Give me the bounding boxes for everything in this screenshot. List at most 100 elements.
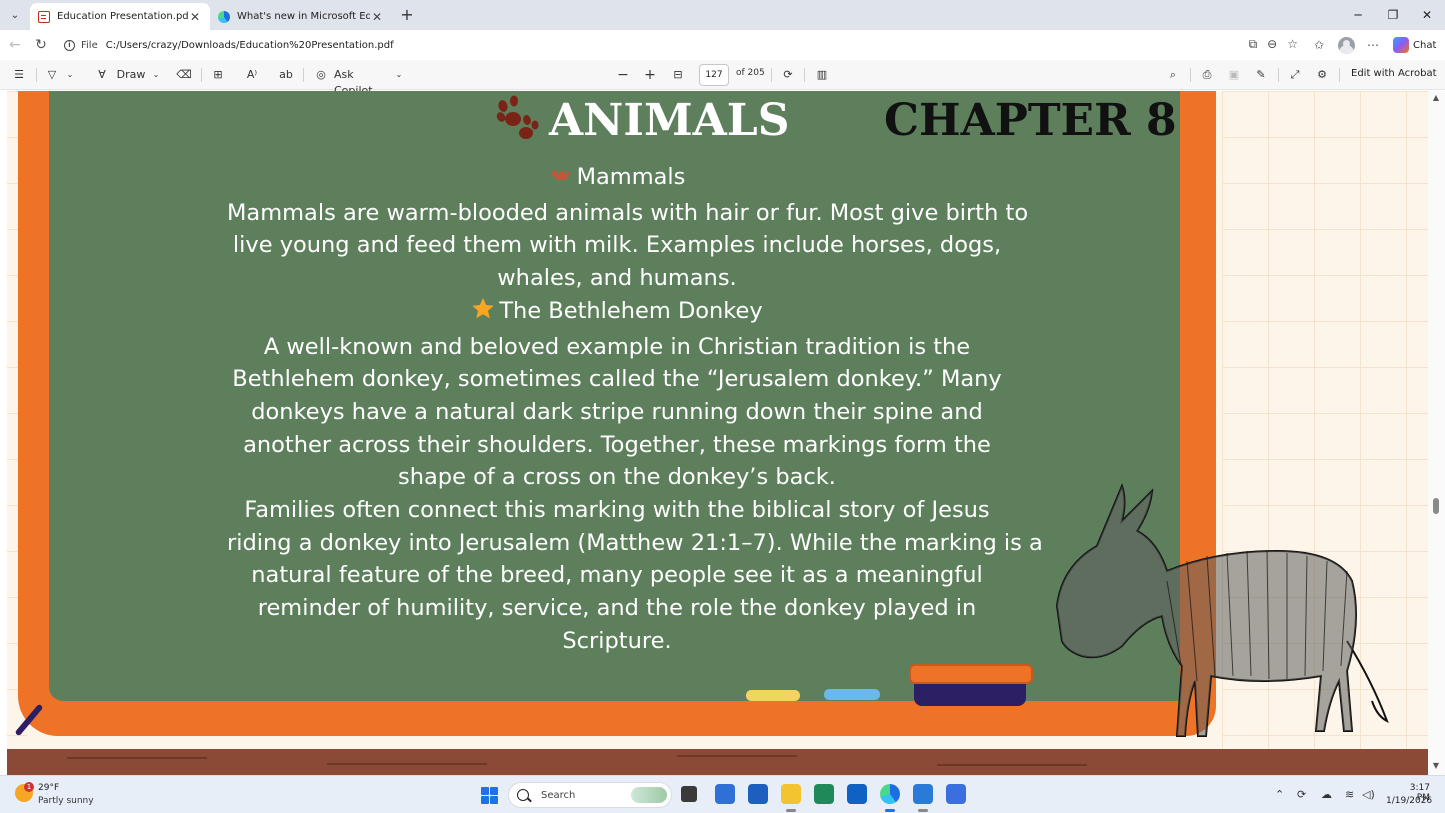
running-indicator bbox=[918, 809, 928, 812]
chevron-down-icon[interactable]: ⌄ bbox=[393, 67, 405, 83]
slide-title: ANIMALS bbox=[549, 95, 790, 146]
search-icon[interactable]: ⌕ bbox=[1165, 67, 1181, 83]
save-icon[interactable]: ▣ bbox=[1226, 67, 1242, 83]
close-window-button[interactable]: ✕ bbox=[1409, 0, 1445, 30]
more-options-icon[interactable]: ⋯ bbox=[1365, 37, 1381, 53]
body-line: natural feature of the breed, many peopl… bbox=[251, 562, 983, 589]
divider bbox=[804, 68, 805, 82]
clock-date[interactable]: 1/19/2026 bbox=[1386, 796, 1432, 806]
search-highlight-image bbox=[631, 787, 667, 803]
body-line: Bethlehem donkey, sometimes called the “… bbox=[232, 366, 1002, 393]
body-line: whales, and humans. bbox=[497, 265, 737, 292]
chevron-down-icon: ⌄ bbox=[10, 9, 20, 21]
divider bbox=[36, 68, 37, 82]
mammals-heading: Mammals bbox=[227, 161, 1007, 197]
taskbar-search[interactable]: Search bbox=[508, 782, 672, 808]
cloud-icon[interactable]: ☁ bbox=[1321, 788, 1332, 801]
restore-button[interactable]: ❐ bbox=[1375, 0, 1411, 30]
store-icon[interactable] bbox=[715, 784, 735, 804]
back-button[interactable]: ← bbox=[6, 36, 24, 54]
visual-studio-icon[interactable] bbox=[748, 784, 768, 804]
photos-icon[interactable] bbox=[913, 784, 933, 804]
chevron-up-icon[interactable]: ⌃ bbox=[1275, 788, 1284, 801]
weather-description[interactable]: Partly sunny bbox=[38, 796, 94, 806]
scrollbar-thumb[interactable] bbox=[1433, 498, 1439, 514]
notification-badge: 1 bbox=[24, 782, 34, 792]
fit-width-icon[interactable]: ⊟ bbox=[669, 67, 687, 83]
tab-education-presentation[interactable]: Education Presentation.pdf ✕ bbox=[30, 3, 210, 30]
read-aloud-icon[interactable]: ⧉ bbox=[1249, 37, 1258, 52]
windows-logo-pane bbox=[490, 787, 498, 795]
scroll-down-arrow[interactable]: ▼ bbox=[1431, 761, 1441, 770]
wifi-icon[interactable]: ≋ bbox=[1345, 788, 1354, 801]
info-icon[interactable]: i bbox=[64, 39, 75, 51]
divider bbox=[1278, 68, 1279, 82]
edit-with-acrobat-button[interactable]: Edit with Acrobat bbox=[1351, 68, 1437, 79]
search-placeholder: Search bbox=[541, 789, 576, 801]
url-field[interactable]: i File C:/Users/crazy/Downloads/Educatio… bbox=[56, 34, 1308, 56]
zoom-out-button[interactable]: − bbox=[615, 67, 631, 83]
avatar[interactable] bbox=[1338, 37, 1355, 54]
pdf-viewer[interactable]: ANIMALS CHAPTER 8 Mammals Mammals are wa… bbox=[0, 91, 1445, 775]
tab-actions-menu[interactable]: ⌄ bbox=[4, 5, 26, 25]
zoom-in-button[interactable]: + bbox=[642, 67, 658, 83]
minimize-button[interactable]: ─ bbox=[1340, 0, 1376, 30]
copilot-icon[interactable]: ◎ bbox=[313, 67, 329, 83]
outlook-icon[interactable] bbox=[847, 784, 867, 804]
highlight-icon[interactable]: ▽ bbox=[44, 67, 60, 83]
mammals-heading-text: Mammals bbox=[576, 164, 686, 190]
print-icon[interactable]: ⎙ bbox=[1199, 67, 1215, 83]
favorite-star-icon[interactable]: ☆ bbox=[1287, 37, 1298, 52]
body-line: shape of a cross on the donkey’s back. bbox=[398, 464, 836, 491]
donkey-heading: The Bethlehem Donkey bbox=[227, 295, 1007, 331]
fullscreen-icon[interactable]: ⤢ bbox=[1287, 67, 1303, 83]
zoom-icon[interactable]: ⊖ bbox=[1267, 37, 1277, 52]
vertical-scrollbar[interactable]: ▲ ▼ bbox=[1428, 91, 1445, 775]
ask-copilot-button[interactable]: Ask Copilot bbox=[334, 67, 394, 97]
gear-icon[interactable]: ⚙ bbox=[1314, 67, 1330, 83]
sync-icon[interactable]: ⟳ bbox=[1297, 788, 1306, 801]
tab-whats-new-edge[interactable]: What's new in Microsoft Edge ✕ bbox=[210, 3, 392, 30]
speaker-icon[interactable]: ◁) bbox=[1362, 788, 1375, 801]
windows-logo-pane bbox=[490, 796, 498, 804]
file-explorer-icon[interactable] bbox=[781, 784, 801, 804]
edge-icon[interactable] bbox=[880, 784, 900, 804]
page-number-input[interactable]: 127 bbox=[699, 64, 729, 86]
yellow-chalk bbox=[746, 690, 800, 701]
body-line: A well-known and beloved example in Chri… bbox=[263, 333, 971, 360]
close-tab-icon[interactable]: ✕ bbox=[188, 10, 202, 24]
eraser-icon[interactable]: ⌫ bbox=[176, 67, 192, 83]
save-as-icon[interactable]: ✎ bbox=[1253, 67, 1269, 83]
draw-label[interactable]: Draw bbox=[116, 67, 146, 83]
close-tab-icon[interactable]: ✕ bbox=[370, 10, 384, 24]
start-button[interactable] bbox=[481, 787, 498, 804]
excel-icon[interactable] bbox=[814, 784, 834, 804]
copilot-chat-button[interactable]: Chat bbox=[1390, 34, 1440, 56]
favorites-icon[interactable]: ✩ bbox=[1311, 37, 1327, 53]
chevron-down-icon[interactable]: ⌄ bbox=[150, 67, 162, 83]
divider bbox=[1190, 68, 1191, 82]
url-text[interactable]: C:/Users/crazy/Downloads/Education%20Pre… bbox=[106, 40, 394, 51]
weather-temperature[interactable]: 29°F bbox=[38, 783, 59, 793]
page-view-icon[interactable]: ▥ bbox=[814, 67, 830, 83]
translate-icon[interactable]: ab bbox=[277, 67, 295, 83]
chevron-down-icon[interactable]: ⌄ bbox=[64, 67, 76, 83]
new-tab-button[interactable]: + bbox=[397, 5, 417, 25]
address-bar: ← ↻ i File C:/Users/crazy/Downloads/Educ… bbox=[0, 30, 1445, 60]
tab-strip: ⌄ Education Presentation.pdf ✕ What's ne… bbox=[0, 0, 1445, 30]
refresh-button[interactable]: ↻ bbox=[32, 36, 50, 54]
rotate-icon[interactable]: ⟳ bbox=[780, 67, 796, 83]
body-line: reminder of humility, service, and the r… bbox=[257, 595, 977, 622]
floor-board-line bbox=[67, 757, 207, 759]
text-box-icon[interactable]: ⊞ bbox=[210, 67, 226, 83]
tab-title: Education Presentation.pdf bbox=[57, 11, 188, 22]
body-line: another across their shoulders. Together… bbox=[243, 431, 991, 458]
read-aloud-icon[interactable]: A⁾ bbox=[244, 67, 260, 83]
scroll-up-arrow[interactable]: ▲ bbox=[1431, 93, 1441, 102]
task-view-icon[interactable] bbox=[681, 786, 697, 802]
copilot-icon bbox=[1393, 37, 1409, 53]
page-total: of 205 bbox=[736, 68, 765, 78]
app-icon[interactable] bbox=[946, 784, 966, 804]
contents-icon[interactable]: ☰ bbox=[11, 67, 27, 83]
draw-icon[interactable]: ∀ bbox=[95, 67, 109, 83]
